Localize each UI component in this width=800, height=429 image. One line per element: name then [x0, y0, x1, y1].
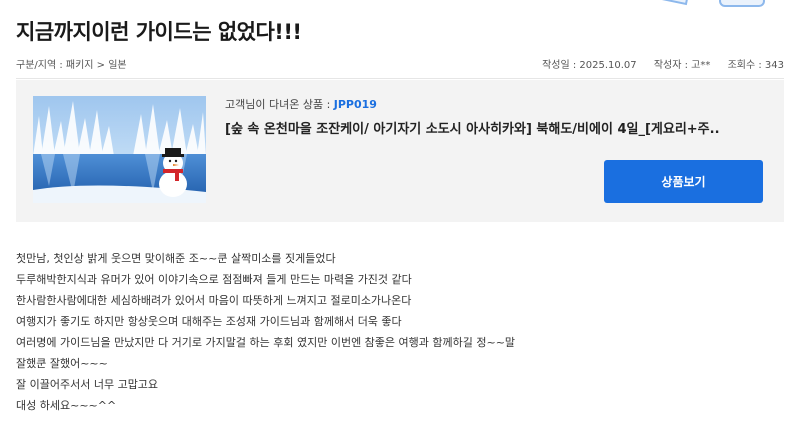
divider — [16, 78, 784, 79]
review-line: 한사람한사람에대한 세심하배려가 있어서 마음이 따뜻하게 느껴지고 절로미소가… — [16, 294, 412, 307]
review-line: 잘 이끌어주서서 너무 고맙고요 — [16, 378, 159, 391]
post-date: 작성일 : 2025.10.07 — [542, 59, 637, 71]
view-count: 조회수 : 343 — [727, 59, 784, 71]
product-name[interactable]: [숲 속 온천마을 조잔케이/ 아기자기 소도시 아사히카와] 북해도/비에이 … — [225, 118, 765, 137]
product-thumbnail[interactable] — [33, 96, 206, 203]
review-line: 여행지가 좋기도 하지만 항상웃으며 대해주는 조성재 가이드님과 함께해서 더… — [16, 315, 402, 328]
review-line: 잘했쿤 잘했어~~~ — [16, 357, 108, 370]
snowman-image — [33, 96, 206, 203]
post-author: 작성자 : 고** — [653, 59, 711, 71]
review-meta-info: 작성일 : 2025.10.07 작성자 : 고** 조회수 : 343 — [528, 56, 784, 71]
review-title: 지금까지이런 가이드는 없었다!!! — [16, 20, 302, 44]
view-product-button[interactable]: 상품보기 — [604, 160, 763, 203]
review-body: 첫만남, 첫인상 밝게 웃으면 맞이해준 조~~쿤 살짝미소를 짓게들었다 두루… — [16, 248, 784, 416]
review-line: 대성 하세요~~~^^ — [16, 399, 117, 412]
breadcrumb: 구분/지역 : 패키지 > 일본 — [16, 59, 127, 71]
review-line: 두루해박한지식과 유머가 있어 이야기속으로 점점빠져 들게 만드는 마력을 가… — [16, 273, 412, 286]
decorative-graphic — [661, 0, 765, 7]
review-meta: 구분/지역 : 패키지 > 일본 작성일 : 2025.10.07 작성자 : … — [16, 56, 784, 71]
review-line: 첫만남, 첫인상 밝게 웃으면 맞이해준 조~~쿤 살짝미소를 짓게들었다 — [16, 252, 336, 265]
product-card: 고객님이 다녀온 상품 : JPP019 [숲 속 온천마을 조잔케이/ 아기자… — [16, 80, 784, 222]
product-code: JPP019 — [333, 98, 377, 111]
product-label: 고객님이 다녀온 상품 : — [225, 98, 331, 111]
product-label-row: 고객님이 다녀온 상품 : JPP019 — [225, 96, 377, 112]
review-line: 여러명에 가이드님을 만났지만 다 거기로 가지말걸 하는 후회 였지만 이번엔… — [16, 336, 516, 349]
